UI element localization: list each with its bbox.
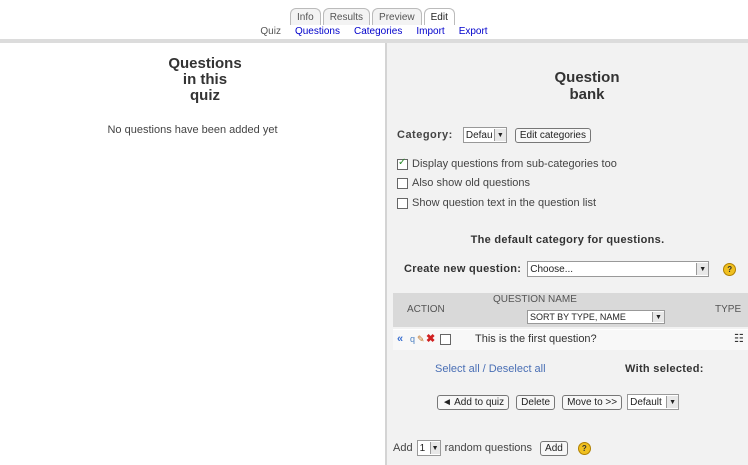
col-action: ACTION <box>407 304 445 315</box>
subtab-quiz[interactable]: Quiz <box>260 25 281 38</box>
title-line: bank <box>569 86 605 103</box>
category-select[interactable]: Default ▼ <box>462 127 507 143</box>
chevron-down-icon: ▼ <box>493 129 506 141</box>
title-line: Questions <box>168 55 242 72</box>
title-line: quiz <box>190 87 220 104</box>
edit-categories-button[interactable]: Edit categories <box>514 127 591 143</box>
random-suffix: random questions <box>444 442 533 454</box>
with-selected-label: With selected: <box>625 363 704 375</box>
checkbox[interactable] <box>397 177 408 189</box>
create-question-select-value: Choose... <box>530 263 574 275</box>
select-all-link[interactable]: Select all <box>435 363 480 375</box>
subtab-categories[interactable]: Categories <box>354 25 402 38</box>
option-old-questions[interactable]: Also show old questions <box>397 177 530 189</box>
sort-select-value: SORT BY TYPE, NAME <box>530 312 626 322</box>
option-label: Show question text in the question list <box>412 197 597 209</box>
option-label: Display questions from sub-categories to… <box>412 158 617 170</box>
tab-results[interactable]: Results <box>322 8 371 25</box>
preview-icon[interactable]: q <box>410 334 415 344</box>
subtab-questions[interactable]: Questions <box>295 25 340 38</box>
edit-icon[interactable]: ✎ <box>417 334 425 345</box>
quiz-questions-panel: Questions in this quiz No questions have… <box>0 43 385 465</box>
category-label: Category: <box>397 129 453 141</box>
question-bank-title: Question bank <box>507 69 667 103</box>
random-count-value: 1 <box>419 442 426 454</box>
delete-button[interactable]: Delete <box>516 394 556 410</box>
add-to-quiz-button[interactable]: ◄ Add to quiz <box>437 394 510 410</box>
question-table-header: ACTION QUESTION NAME SORT BY TYPE, NAME … <box>393 293 748 327</box>
move-target-select[interactable]: Default ▼ <box>627 394 680 410</box>
random-count-select[interactable]: 1 ▼ <box>416 440 441 456</box>
question-bank-panel: Question bank Category: Default ▼ Edit c… <box>387 43 748 465</box>
category-row: Category: Default ▼ Edit categories <box>397 127 591 143</box>
checkbox[interactable] <box>397 197 408 209</box>
question-name[interactable]: This is the first question? <box>475 333 597 345</box>
help-icon[interactable]: ? <box>723 262 737 276</box>
top-tabs: Info Results Preview Edit <box>290 8 455 25</box>
title-line: in this <box>182 71 228 88</box>
delete-icon[interactable]: ✖ <box>426 332 435 345</box>
checkbox[interactable] <box>397 157 408 170</box>
move-target-value: Default <box>630 396 662 408</box>
bulk-actions: ◄ Add to quiz Delete Move to >> Default … <box>437 394 680 410</box>
quiz-questions-title: Questions in this quiz <box>120 56 290 104</box>
tab-preview[interactable]: Preview <box>372 8 422 25</box>
create-question-label: Create new question: <box>404 263 522 275</box>
category-info: The default category for questions. <box>470 234 665 246</box>
col-type: TYPE <box>715 304 742 315</box>
title-line: Question <box>554 69 620 86</box>
slash-separator: / <box>482 363 486 375</box>
add-random-button[interactable]: Add <box>540 440 568 456</box>
random-questions-row: Add 1 ▼ random questions Add ? <box>393 440 591 456</box>
row-checkbox[interactable] <box>440 334 451 345</box>
create-question-select[interactable]: Choose... ▼ <box>527 261 710 277</box>
empty-message: No questions have been added yet <box>107 124 278 136</box>
option-label: Also show old questions <box>412 177 531 189</box>
col-question-name: QUESTION NAME <box>493 294 577 305</box>
tab-info[interactable]: Info <box>290 8 321 25</box>
table-row: « q ✎ ✖ This is the first question? ☷ <box>393 329 748 350</box>
sub-tabs: Quiz Questions Categories Import Export <box>0 25 748 38</box>
question-type-icon: ☷ <box>734 333 744 345</box>
tab-edit[interactable]: Edit <box>423 8 455 25</box>
deselect-all-link[interactable]: Deselect all <box>489 363 546 375</box>
subtab-import[interactable]: Import <box>416 25 444 38</box>
category-select-value: Default <box>465 129 492 141</box>
option-subcategories[interactable]: Display questions from sub-categories to… <box>397 157 617 170</box>
move-to-button[interactable]: Move to >> <box>562 394 623 410</box>
subtab-export[interactable]: Export <box>459 25 488 38</box>
chevron-down-icon: ▼ <box>652 312 664 322</box>
chevron-down-icon: ▼ <box>696 263 709 275</box>
chevron-down-icon: ▼ <box>429 442 440 454</box>
chevron-down-icon: ▼ <box>666 396 679 408</box>
help-icon[interactable]: ? <box>577 441 591 455</box>
random-prefix: Add <box>393 442 413 454</box>
add-to-quiz-icon[interactable]: « <box>397 333 403 345</box>
option-show-text[interactable]: Show question text in the question list <box>397 197 596 209</box>
select-links: Select all / Deselect all <box>435 363 546 375</box>
sort-select[interactable]: SORT BY TYPE, NAME ▼ <box>527 310 665 324</box>
create-question-row: Create new question: Choose... ▼ ? <box>404 261 737 277</box>
